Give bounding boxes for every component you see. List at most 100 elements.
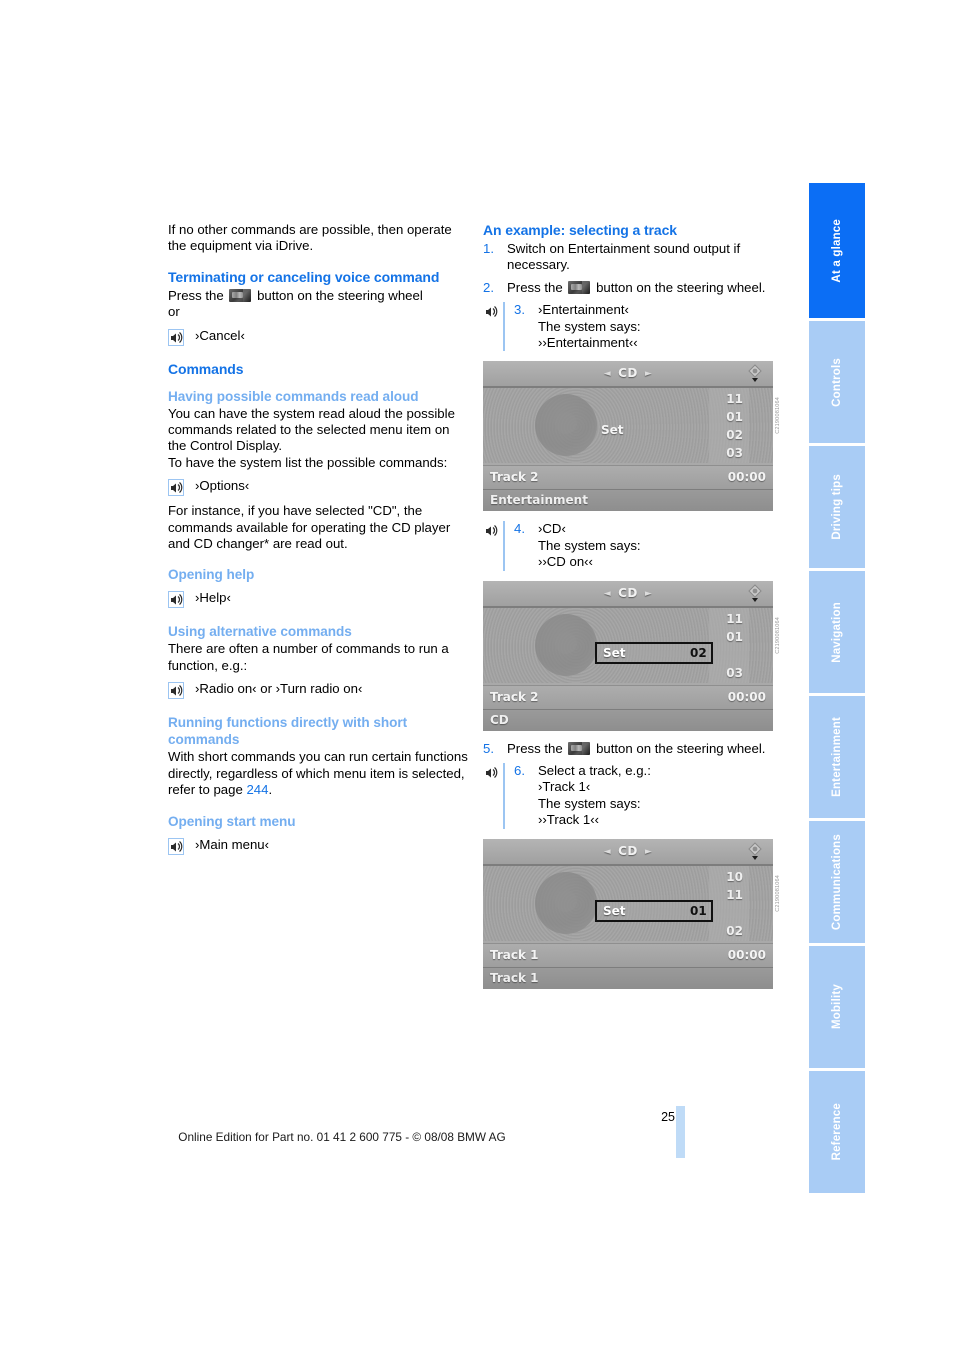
selected-track-number[interactable]: 01 — [690, 903, 707, 919]
screen-header-title: ◄ CD ► — [483, 585, 773, 602]
voice-command-main-menu: ›Main menu‹ — [168, 837, 468, 855]
step-6-says: ››Track 1‹‹ — [538, 812, 600, 828]
figure-code-label: C2190081064 — [774, 397, 781, 435]
track-number-item[interactable]: 02 — [707, 922, 743, 940]
track-number-item[interactable]: 11 — [707, 610, 743, 628]
right-column: An example: selecting a track 1. Switch … — [483, 222, 783, 999]
intro-paragraph: If no other commands are possible, then … — [168, 222, 452, 254]
voice-command-icon — [483, 302, 499, 351]
left-column: If no other commands are possible, then … — [168, 222, 468, 862]
right-arrow-icon[interactable]: ► — [645, 589, 652, 599]
heading-commands: Commands — [168, 360, 244, 377]
step-3: 3. ›Entertainment‹ The system says: ››En… — [483, 302, 783, 352]
right-arrow-icon[interactable]: ► — [645, 369, 652, 379]
control-display-screen: ◄ CD ► 11 01 02 03 Set Track 2 00:00 Ent… — [483, 361, 773, 512]
screen-track-bar: Track 2 00:00 — [483, 465, 773, 492]
screen-footer-text: Track 1 — [490, 970, 539, 985]
voice-command-icon — [168, 682, 184, 700]
subheading-opening-start-menu: Opening start menu — [168, 813, 296, 829]
figure-code-label: C2190081064 — [774, 874, 781, 912]
page-reference-link[interactable]: 244 — [246, 782, 268, 797]
tab-communications[interactable]: Communications — [809, 821, 865, 943]
step-6-command: ›Track 1‹ — [538, 779, 591, 795]
read-aloud-paragraph-3: For instance, if you have selected "CD",… — [168, 503, 451, 552]
cd-screen-figure-1: ◄ CD ► 11 01 02 03 Set Track 2 00:00 Ent… — [483, 361, 781, 512]
selected-track-number[interactable]: 02 — [690, 645, 707, 661]
left-arrow-icon[interactable]: ◄ — [604, 847, 611, 857]
current-track-time: 00:00 — [727, 470, 766, 485]
track-number-item[interactable]: 11 — [707, 390, 743, 408]
footer-text-container: Online Edition for Part no. 01 41 2 600 … — [0, 1130, 954, 1144]
voice-command-icon — [168, 591, 184, 609]
current-track-name: Track 1 — [490, 947, 539, 962]
step-3-command: ›Entertainment‹ — [538, 302, 629, 318]
left-arrow-icon[interactable]: ◄ — [604, 589, 611, 599]
screen-main-area: 11 01 02 03 Set — [483, 388, 773, 464]
subheading-alternative-commands: Using alternative commands — [168, 624, 352, 640]
set-label[interactable]: Set — [601, 422, 624, 438]
tab-entertainment[interactable]: Entertainment — [809, 696, 865, 818]
track-number-item[interactable]: 02 — [707, 426, 743, 444]
read-aloud-paragraph-1: You can have the system read aloud the p… — [168, 405, 455, 454]
press-button-pre-text: Press the — [168, 287, 224, 303]
or-text: or — [168, 304, 180, 320]
left-arrow-icon[interactable]: ◄ — [604, 369, 611, 379]
cd-disc-graphic — [535, 394, 597, 457]
control-display-screen: ◄CD► 10 11 01 02 — [483, 838, 773, 989]
track-number-item[interactable]: 03 — [707, 444, 743, 462]
voice-command-icon — [168, 837, 184, 855]
page-number: 25 — [661, 1110, 675, 1124]
voice-command-radio-label: ›Radio on‹ or ›Turn radio on‹ — [195, 681, 363, 697]
cd-screen-figure-2: ◄CD► 11 01 02 03 — [483, 580, 781, 731]
control-display-screen: ◄CD► 11 01 02 03 — [483, 580, 773, 731]
step-5-post-text: button on the steering wheel. — [596, 740, 766, 756]
settings-gear-icon[interactable] — [745, 583, 765, 603]
press-button-post-text: button on the steering wheel — [257, 287, 423, 303]
settings-gear-icon[interactable] — [745, 363, 765, 383]
voice-command-icon — [168, 479, 184, 497]
set-label[interactable]: Set — [603, 645, 626, 661]
tab-controls[interactable]: Controls — [809, 321, 865, 443]
step-5-number: 5. — [483, 740, 494, 756]
screen-footer-text: Entertainment — [490, 493, 588, 508]
screen-main-area: 11 01 02 03 Set 02 — [483, 607, 773, 683]
tab-driving-tips[interactable]: Driving tips — [809, 446, 865, 568]
step-6: 6. Select a track, e.g.: ›Track 1‹ The s… — [483, 763, 783, 829]
cd-screen-figure-3: ◄CD► 10 11 01 02 — [483, 838, 781, 989]
settings-gear-icon[interactable] — [745, 841, 765, 861]
tab-navigation[interactable]: Navigation — [809, 571, 865, 693]
heading-terminating-voice-command: Terminating or canceling voice command — [168, 268, 440, 285]
screen-footer-bar: Track 1 — [483, 967, 773, 989]
step-1-number: 1. — [483, 241, 494, 256]
step-1-text: Switch on Entertainment sound output if … — [507, 241, 741, 273]
tab-label: Communications — [831, 833, 843, 931]
step-4-number: 4. — [514, 521, 525, 537]
voice-command-cancel: ›Cancel‹ — [168, 328, 468, 346]
tab-label: Controls — [831, 357, 843, 407]
section-tab-rail: At a glance Controls Driving tips Naviga… — [809, 183, 865, 1196]
manual-page: If no other commands are possible, then … — [0, 0, 954, 1350]
step-4-says-label: The system says: — [538, 537, 641, 553]
voice-command-icon — [168, 328, 184, 346]
screen-header: ◄ CD ► — [483, 361, 773, 389]
track-number-list[interactable]: 11 01 02 03 — [707, 390, 743, 462]
track-number-item[interactable]: 03 — [707, 664, 743, 682]
voice-command-icon — [483, 521, 499, 570]
tab-at-a-glance[interactable]: At a glance — [809, 183, 865, 318]
voice-command-help: ›Help‹ — [168, 590, 468, 609]
right-arrow-icon[interactable]: ► — [645, 847, 652, 857]
step-3-accent-rule — [503, 302, 505, 352]
step-4-command: ›CD‹ — [538, 521, 566, 537]
screen-header-title: ◄ CD ► — [483, 365, 773, 382]
tab-mobility[interactable]: Mobility — [809, 946, 865, 1068]
screen-header: ◄ CD ► — [483, 838, 773, 866]
cd-disc-graphic — [535, 871, 597, 934]
track-number-item[interactable]: 01 — [707, 408, 743, 426]
press-button-instruction: Press the button on the steering wheel — [168, 288, 468, 304]
subheading-read-aloud: Having possible commands read aloud — [168, 388, 419, 404]
track-number-item[interactable]: 10 — [707, 868, 743, 886]
step-3-says: ››Entertainment‹‹ — [538, 335, 638, 351]
read-aloud-paragraph-2: To have the system list the possible com… — [168, 454, 448, 470]
voice-command-options: ›Options‹ — [168, 478, 468, 497]
set-label[interactable]: Set — [603, 903, 626, 919]
